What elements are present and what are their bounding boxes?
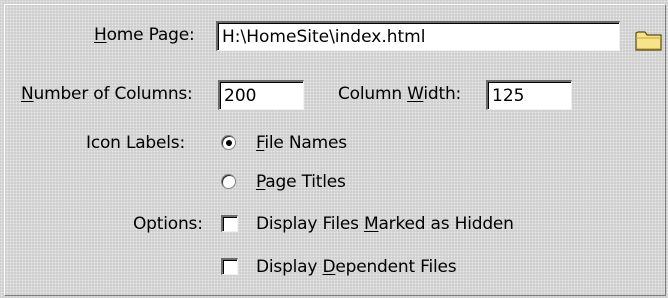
display-dependent-files-label[interactable]: Display Dependent Files: [256, 257, 457, 277]
page-titles-radio[interactable]: [221, 174, 236, 189]
display-dependent-files-checkbox[interactable]: [221, 258, 238, 275]
page-titles-label[interactable]: Page Titles: [256, 172, 346, 192]
file-names-label[interactable]: File Names: [256, 133, 347, 153]
file-names-radio[interactable]: [221, 135, 236, 150]
display-hidden-files-label[interactable]: Display Files Marked as Hidden: [256, 214, 514, 234]
browse-folder-button[interactable]: [634, 27, 664, 53]
number-of-columns-label: Number of Columns:: [21, 84, 193, 104]
options-label: Options:: [133, 214, 203, 234]
folder-icon: [635, 31, 662, 51]
home-page-input[interactable]: H:\HomeSite\index.html: [216, 21, 620, 51]
display-hidden-files-checkbox[interactable]: [221, 215, 238, 232]
home-page-label: Home Page:: [94, 25, 195, 45]
number-of-columns-input[interactable]: 200: [218, 80, 304, 110]
column-width-input[interactable]: 125: [486, 80, 572, 110]
radio-selected-dot: [226, 140, 232, 146]
column-width-label: Column Width:: [338, 84, 462, 104]
icon-labels-label: Icon Labels:: [86, 133, 185, 153]
